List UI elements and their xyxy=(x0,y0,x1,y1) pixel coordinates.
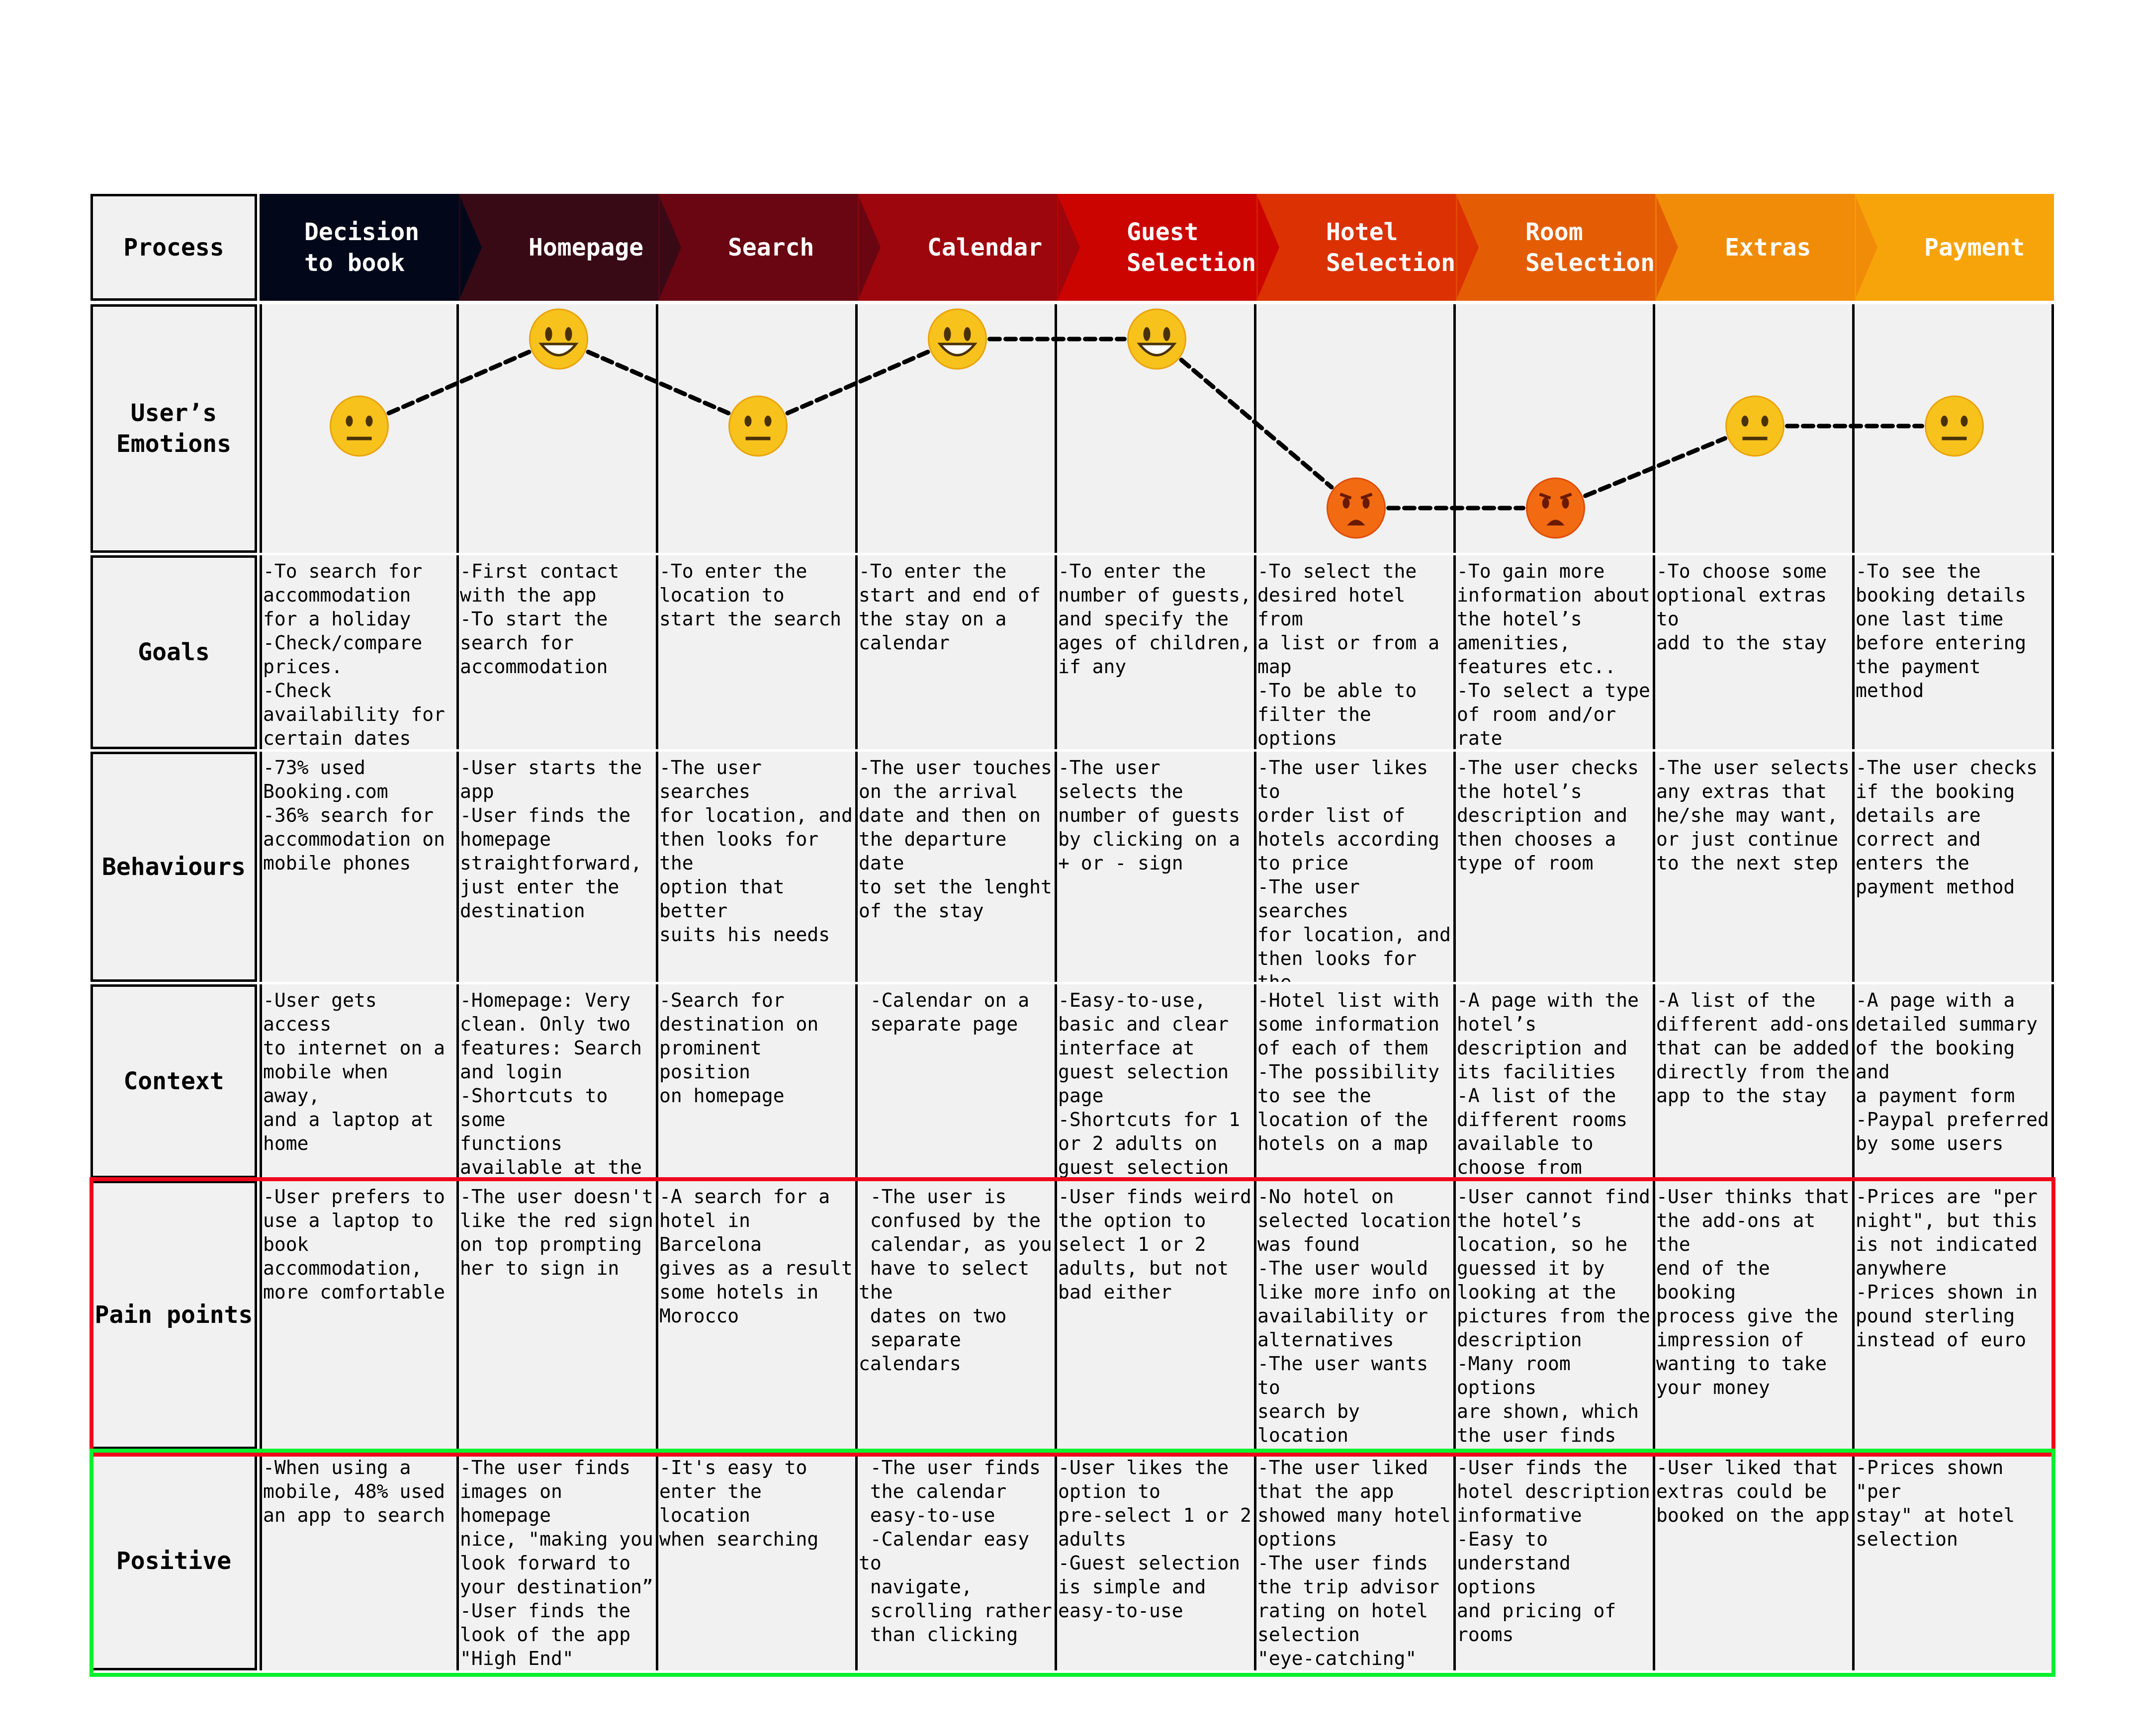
emotion-connector xyxy=(785,349,930,416)
emotions-row: User’s Emotions xyxy=(90,304,2054,553)
emotion-connector xyxy=(386,349,532,416)
positive-cell: -Prices shown "per stay" at hotel select… xyxy=(1855,1452,2054,1670)
pain-points-cell: -The user doesn't like the red sign on t… xyxy=(459,1181,658,1449)
goals-cell: -To select the desired hotel from a list… xyxy=(1256,555,1456,749)
row-label-context: Context xyxy=(90,984,257,1178)
emotion-connector xyxy=(1179,357,1334,490)
behaviours-cell: -The user checks if the booking details … xyxy=(1855,752,2054,982)
behaviours-cell: -The user searches for location, and the… xyxy=(658,752,858,982)
stage-label: Extras xyxy=(1725,233,1811,261)
happy-face-icon xyxy=(928,308,987,370)
goals-cell: -To see the booking details one last tim… xyxy=(1855,555,2054,749)
row-label-process: Process xyxy=(90,194,257,301)
positive-cells: -When using a mobile, 48% used an app to… xyxy=(260,1452,2054,1670)
angry-face-icon xyxy=(1526,477,1585,539)
process-row: Process Decision to book Homepage Search Ca… xyxy=(90,194,2054,301)
row-label-behaviours: Behaviours xyxy=(90,752,257,982)
pain-points-cell: -The user is confused by the calendar, a… xyxy=(858,1181,1057,1449)
stage-payment: Payment xyxy=(1855,194,2054,301)
stage-label: Calendar xyxy=(927,233,1043,261)
context-row: Context -User gets access to internet on… xyxy=(90,984,2054,1178)
behaviours-cell: -73% used Booking.com -36% search for ac… xyxy=(260,752,459,982)
stage-decision-to-book: Decision to book xyxy=(260,194,459,301)
stage-homepage: Homepage xyxy=(459,194,658,301)
goals-cells: -To search for accommodation for a holid… xyxy=(260,555,2054,749)
behaviours-cell: -The user selects any extras that he/she… xyxy=(1655,752,1855,982)
neutral-face-icon xyxy=(1725,395,1784,457)
context-cell: -Easy-to-use, basic and clear interface … xyxy=(1057,984,1256,1178)
stage-search: Search xyxy=(658,194,858,301)
context-cell: -Hotel list with some information of eac… xyxy=(1256,984,1456,1178)
positive-cell: -The user finds images on homepage nice,… xyxy=(459,1452,658,1670)
goals-cell: -To enter the start and end of the stay … xyxy=(858,555,1057,749)
stage-extras: Extras xyxy=(1655,194,1855,301)
stage-label: Guest Selection xyxy=(1127,218,1256,277)
positive-row: Positive -When using a mobile, 48% used … xyxy=(90,1452,2054,1670)
goals-cell: -To search for accommodation for a holid… xyxy=(260,555,459,749)
context-cell: -Homepage: Very clean. Only two features… xyxy=(459,984,658,1178)
behaviours-cell: -User starts the app -User finds the hom… xyxy=(459,752,658,982)
happy-face-icon xyxy=(1127,308,1186,370)
stage-room-selection: Room Selection xyxy=(1456,194,1655,301)
neutral-face-icon xyxy=(330,395,389,457)
stage-guest-selection: Guest Selection xyxy=(1057,194,1256,301)
context-cell: -Search for destination on prominent pos… xyxy=(658,984,858,1178)
context-cell: -A page with a detailed summary of the b… xyxy=(1855,984,2054,1178)
angry-face-icon xyxy=(1327,477,1386,539)
stage-label: Room Selection xyxy=(1525,218,1655,277)
positive-cell: -User finds the hotel description inform… xyxy=(1456,1452,1655,1670)
emotion-connector xyxy=(1583,436,1727,498)
behaviours-cell: -The user likes to order list of hotels … xyxy=(1256,752,1456,982)
goals-cell: -To enter the number of guests, and spec… xyxy=(1057,555,1256,749)
positive-cell: -The user finds the calendar easy-to-use… xyxy=(858,1452,1057,1670)
row-label-pain-points: Pain points xyxy=(90,1181,257,1449)
behaviours-cells: -73% used Booking.com -36% search for ac… xyxy=(260,752,2054,982)
stage-label: Search xyxy=(728,233,814,261)
pain-points-cell: -User prefers to use a laptop to book ac… xyxy=(260,1181,459,1449)
context-cell: -A page with the hotel’s description and… xyxy=(1456,984,1655,1178)
behaviours-cell: -The user selects the number of guests b… xyxy=(1057,752,1256,982)
pain-points-cell: -A search for a hotel in Barcelona gives… xyxy=(658,1181,858,1449)
context-cells: -User gets access to internet on a mobil… xyxy=(260,984,2054,1178)
emotion-curve xyxy=(330,308,1984,539)
pain-points-cell: -No hotel on selected location was found… xyxy=(1256,1181,1456,1449)
stage-list: Decision to book Homepage Search Calendar Gu… xyxy=(260,194,2054,301)
goals-cell: -To enter the location to start the sear… xyxy=(658,555,858,749)
context-cell: -A list of the different add-ons that ca… xyxy=(1655,984,1855,1178)
stage-label: Hotel Selection xyxy=(1326,218,1456,277)
emotion-connector xyxy=(586,349,731,416)
goals-cell: -First contact with the app -To start th… xyxy=(459,555,658,749)
goals-cell: -To choose some optional extras to add t… xyxy=(1655,555,1855,749)
stage-label: Payment xyxy=(1924,233,2025,261)
pain-points-cell: -User cannot find the hotel’s location, … xyxy=(1456,1181,1655,1449)
behaviours-row: Behaviours -73% used Booking.com -36% se… xyxy=(90,752,2054,982)
goals-row: Goals -To search for accommodation for a… xyxy=(90,555,2054,749)
positive-cell: -The user liked that the app showed many… xyxy=(1256,1452,1456,1670)
pain-points-cell: -Prices are "per night", but this is not… xyxy=(1855,1181,2054,1449)
stage-label: Decision to book xyxy=(304,218,420,277)
stage-hotel-selection: Hotel Selection xyxy=(1256,194,1456,301)
neutral-face-icon xyxy=(1925,395,1984,457)
stage-calendar: Calendar xyxy=(858,194,1057,301)
pain-points-row: Pain points -User prefers to use a lapto… xyxy=(90,1181,2054,1449)
pain-points-cell: -User finds weird the option to select 1… xyxy=(1057,1181,1256,1449)
stage-label: Homepage xyxy=(529,233,644,261)
context-cell: -Calendar on a separate page xyxy=(858,984,1057,1178)
positive-cell: -When using a mobile, 48% used an app to… xyxy=(260,1452,459,1670)
positive-cell: -User likes the option to pre-select 1 o… xyxy=(1057,1452,1256,1670)
row-label-emotions: User’s Emotions xyxy=(90,304,257,553)
context-cell: -User gets access to internet on a mobil… xyxy=(260,984,459,1178)
pain-points-cells: -User prefers to use a laptop to book ac… xyxy=(260,1181,2054,1449)
positive-cell: -It's easy to enter the location when se… xyxy=(658,1452,858,1670)
pain-points-cell: -User thinks that the add-ons at the end… xyxy=(1655,1181,1855,1449)
happy-face-icon xyxy=(529,308,588,370)
behaviours-cell: -The user touches on the arrival date an… xyxy=(858,752,1057,982)
positive-cell: -User liked that extras could be booked … xyxy=(1655,1452,1855,1670)
row-label-goals: Goals xyxy=(90,555,257,749)
behaviours-cell: -The user checks the hotel’s description… xyxy=(1456,752,1655,982)
row-label-positive: Positive xyxy=(90,1452,257,1670)
neutral-face-icon xyxy=(728,395,788,457)
goals-cell: -To gain more information about the hote… xyxy=(1456,555,1655,749)
